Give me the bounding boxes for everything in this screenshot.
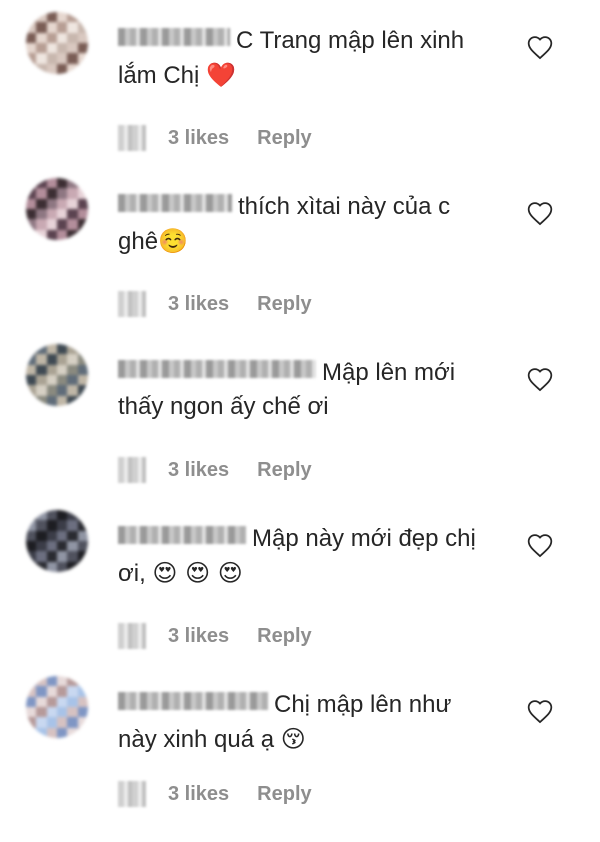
comment-text: ơi, (118, 560, 146, 587)
heart-like-icon[interactable] (526, 366, 554, 392)
comment-body: Mập này mới đẹp chị ơi, 😍 😍 😍 (118, 522, 498, 591)
comment-meta: 3 likes Reply (118, 618, 312, 654)
comment-text: Chị mập lên như (274, 691, 452, 718)
comment-text: thích xìtai này của c (238, 193, 451, 220)
comment-item: Chị mập lên như này xinh quá ạ 😚 3 likes… (0, 676, 600, 842)
reply-button[interactable]: Reply (257, 293, 311, 316)
heart-like-icon[interactable] (526, 34, 554, 60)
reply-button[interactable]: Reply (257, 783, 311, 806)
avatar[interactable] (26, 510, 88, 572)
comment-body: Chị mập lên như này xinh quá ạ 😚 (118, 688, 498, 757)
avatar[interactable] (26, 178, 88, 240)
timestamp-blurred (118, 125, 146, 151)
username-blurred[interactable] (118, 526, 246, 544)
comment-text: thấy ngon ấy chế ơi (118, 393, 329, 420)
heart-eyes-emoji: 😍 😍 😍 (152, 559, 243, 587)
likes-count[interactable]: 3 likes (168, 293, 229, 316)
timestamp-blurred (118, 781, 146, 807)
likes-count[interactable]: 3 likes (168, 625, 229, 648)
heart-like-icon[interactable] (526, 200, 554, 226)
reply-button[interactable]: Reply (257, 127, 311, 150)
comment-body: C Trang mập lên xinh lắm Chị ❤️ (118, 24, 498, 93)
heart-like-icon[interactable] (526, 698, 554, 724)
timestamp-blurred (118, 291, 146, 317)
reply-button[interactable]: Reply (257, 459, 311, 482)
avatar[interactable] (26, 344, 88, 406)
heart-emoji: ❤️ (206, 61, 236, 89)
kissing-emoji: 😚 (280, 725, 306, 753)
comment-text: này xinh quá ạ (118, 726, 275, 753)
timestamp-blurred (118, 623, 146, 649)
comment-item: C Trang mập lên xinh lắm Chị ❤️ 3 likes … (0, 12, 600, 178)
avatar[interactable] (26, 12, 88, 74)
username-blurred[interactable] (118, 360, 316, 378)
timestamp-blurred (118, 457, 146, 483)
username-blurred[interactable] (118, 692, 268, 710)
username-blurred[interactable] (118, 28, 230, 46)
likes-count[interactable]: 3 likes (168, 783, 229, 806)
smiling-emoji: ☺️ (158, 227, 188, 255)
reply-button[interactable]: Reply (257, 625, 311, 648)
avatar[interactable] (26, 676, 88, 738)
likes-count[interactable]: 3 likes (168, 127, 229, 150)
comment-body: thích xìtai này của c ghê☺️ (118, 190, 498, 259)
comment-meta: 3 likes Reply (118, 286, 312, 322)
comment-text: lắm Chị (118, 62, 200, 89)
comment-body: Mập lên mới thấy ngon ấy chế ơi (118, 356, 498, 424)
comment-text: Mập lên mới (322, 359, 456, 386)
comment-meta: 3 likes Reply (118, 776, 312, 812)
comment-meta: 3 likes Reply (118, 120, 312, 156)
comment-text: C Trang mập lên xinh (236, 27, 465, 54)
comment-text: Mập này mới đẹp chị (252, 525, 476, 552)
comment-item: Mập này mới đẹp chị ơi, 😍 😍 😍 3 likes Re… (0, 510, 600, 676)
username-blurred[interactable] (118, 194, 232, 212)
heart-like-icon[interactable] (526, 532, 554, 558)
likes-count[interactable]: 3 likes (168, 459, 229, 482)
comment-meta: 3 likes Reply (118, 452, 312, 488)
comment-text: ghê (118, 228, 159, 255)
comment-item: thích xìtai này của c ghê☺️ 3 likes Repl… (0, 178, 600, 344)
comment-item: Mập lên mới thấy ngon ấy chế ơi 3 likes … (0, 344, 600, 510)
